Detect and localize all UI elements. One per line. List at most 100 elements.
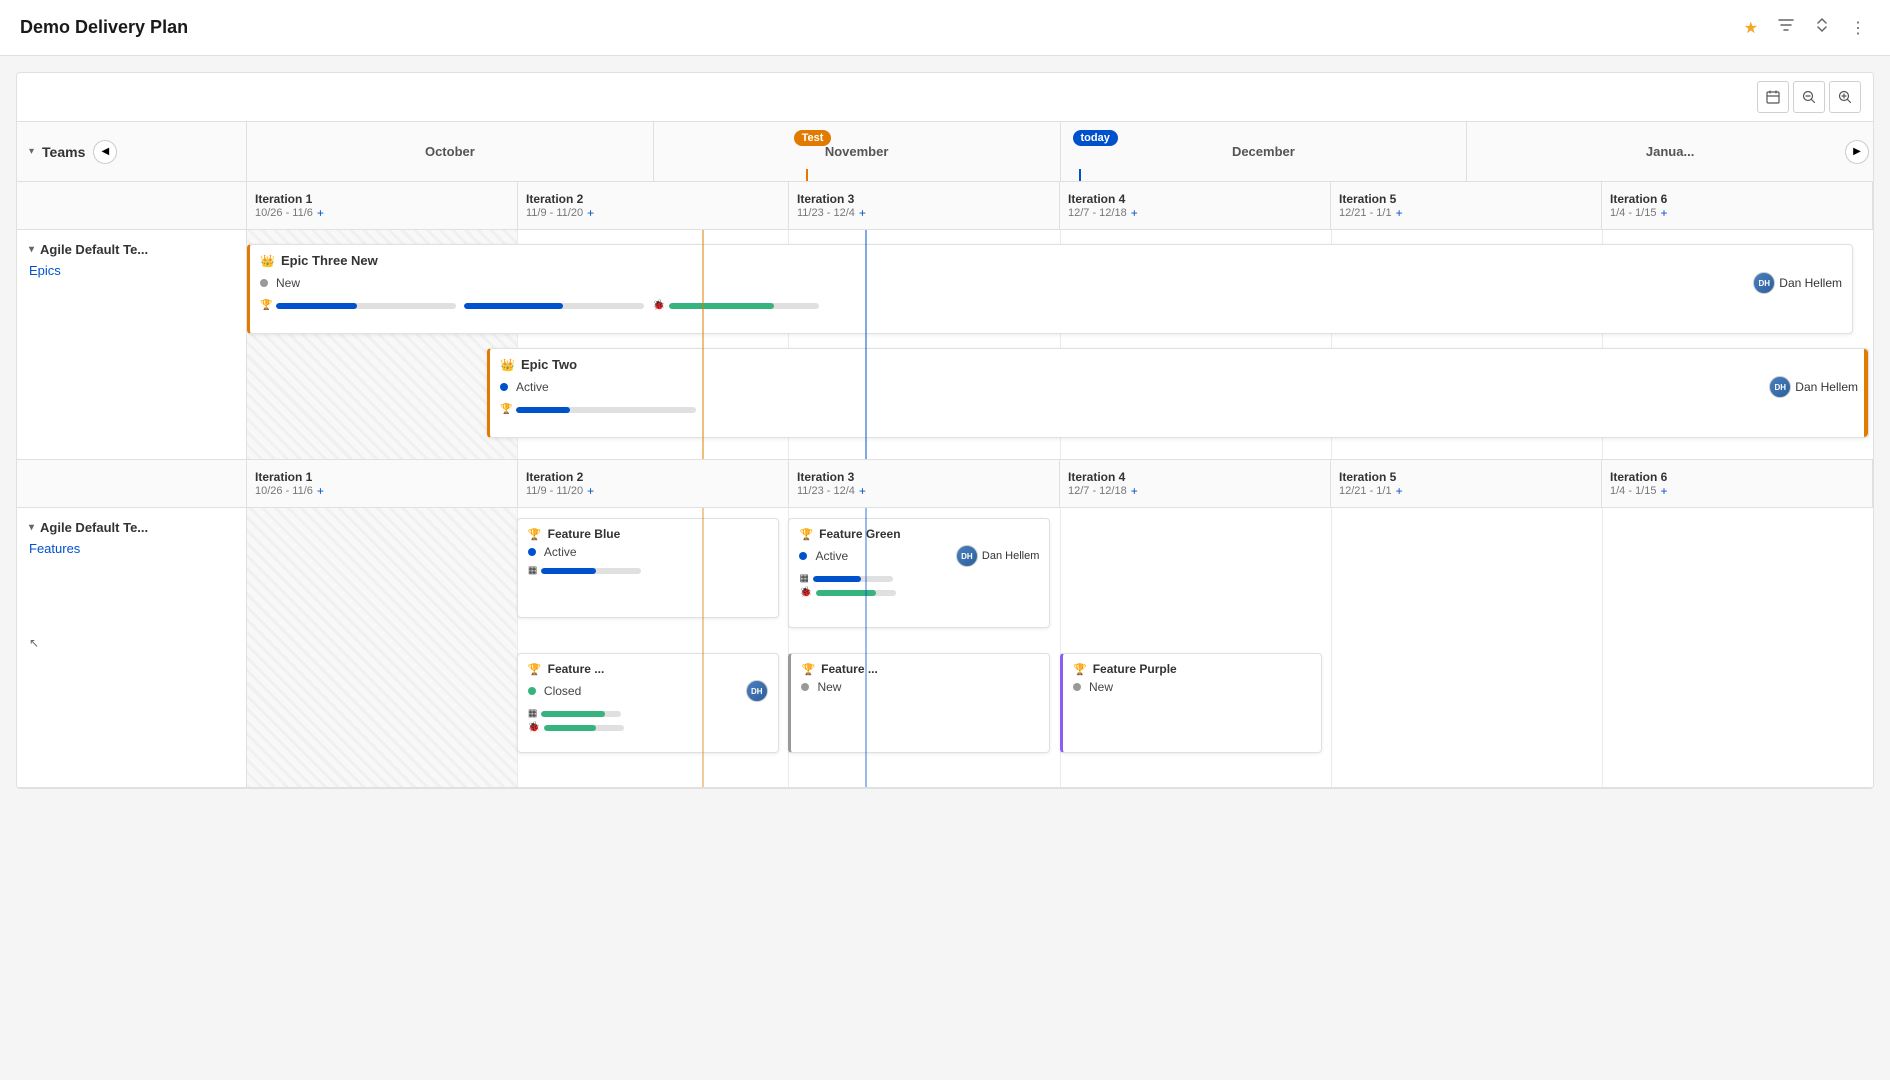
feature-closed-dot bbox=[528, 687, 536, 695]
today-vline-2 bbox=[865, 508, 867, 787]
teams-label: Teams bbox=[42, 144, 85, 160]
nav-next-button[interactable]: ▶ bbox=[1845, 140, 1869, 164]
team2-name: Agile Default Te... bbox=[40, 520, 148, 535]
star-icon[interactable]: ★ bbox=[1740, 14, 1762, 42]
collapse-icon[interactable] bbox=[1810, 13, 1834, 42]
team1-spacer bbox=[17, 182, 247, 229]
team1-section: ▾ Agile Default Te... Epics bbox=[17, 230, 1873, 460]
add-t2-iter2-btn[interactable]: + bbox=[587, 484, 594, 498]
feature-closed-title: Feature ... bbox=[548, 662, 605, 676]
team1-gantt: 👑 Epic Three New New DH Dan Hellem 🏆 bbox=[247, 230, 1873, 459]
team2-spacer bbox=[17, 460, 247, 507]
add-iter4-btn[interactable]: + bbox=[1131, 206, 1138, 220]
team2-iter6: Iteration 6 1/4 - 1/15 + bbox=[1602, 460, 1873, 507]
team2-collapse-btn[interactable]: ▾ bbox=[29, 522, 34, 533]
team1-name: Agile Default Te... bbox=[40, 242, 148, 257]
add-t2-iter4-btn[interactable]: + bbox=[1131, 484, 1138, 498]
plan-container: ▾ Teams ◀ Test today October November bbox=[16, 72, 1874, 789]
test-vertical-line bbox=[702, 230, 704, 459]
team2-iteration-row: Iteration 1 10/26 - 11/6 + Iteration 2 1… bbox=[17, 460, 1873, 508]
feature-green-dot bbox=[799, 552, 807, 560]
epic-two-status: Active bbox=[516, 380, 549, 394]
team2-iter3: Iteration 3 11/23 - 12/4 + bbox=[789, 460, 1060, 507]
epic-three-status-dot bbox=[260, 279, 268, 287]
team1-iter2: Iteration 2 11/9 - 11/20 + bbox=[518, 182, 789, 229]
team2-iter2: Iteration 2 11/9 - 11/20 + bbox=[518, 460, 789, 507]
add-iter6-btn[interactable]: + bbox=[1660, 206, 1667, 220]
epic-three-assignee: Dan Hellem bbox=[1779, 276, 1842, 290]
toolbar bbox=[17, 73, 1873, 122]
feature-green-status: Active bbox=[815, 549, 848, 563]
crown-icon-2: 👑 bbox=[500, 358, 515, 372]
bars-icon-fb: ▦ bbox=[528, 565, 537, 576]
feature-purple-title: Feature Purple bbox=[1093, 662, 1177, 676]
app-header: Demo Delivery Plan ★ ⋮ bbox=[0, 0, 1890, 56]
feature-blue-title: Feature Blue bbox=[548, 527, 621, 541]
today-marker: today bbox=[1073, 130, 1118, 146]
epic-three-title: Epic Three New bbox=[281, 253, 378, 268]
team2-gantt: 🏆 Feature Blue Active ▦ bbox=[247, 508, 1873, 787]
feature-green-card[interactable]: 🏆 Feature Green Active DH Dan Hellem bbox=[788, 518, 1050, 628]
today-vertical-line bbox=[865, 230, 867, 459]
month-november: November bbox=[654, 122, 1061, 181]
month-january: Janua... ▶ bbox=[1467, 122, 1873, 181]
add-t2-iter6-btn[interactable]: + bbox=[1660, 484, 1667, 498]
team2-iter1: Iteration 1 10/26 - 11/6 + bbox=[247, 460, 518, 507]
cursor-indicator: ↖ bbox=[29, 636, 234, 650]
header-actions: ★ ⋮ bbox=[1740, 13, 1870, 42]
team2-type-link[interactable]: Features bbox=[29, 541, 80, 556]
add-iter3-btn[interactable]: + bbox=[859, 206, 866, 220]
team2-section: ▾ Agile Default Te... Features ↖ bbox=[17, 508, 1873, 788]
bug-bar-icon1: 🐞 bbox=[652, 300, 664, 311]
team1-iter1: Iteration 1 10/26 - 11/6 + bbox=[247, 182, 518, 229]
epic-three-avatar: DH bbox=[1753, 272, 1775, 294]
feature-closed-card[interactable]: 🏆 Feature ... Closed DH ▦ bbox=[517, 653, 779, 753]
team1-iter3: Iteration 3 11/23 - 12/4 + bbox=[789, 182, 1060, 229]
feature-closed-status: Closed bbox=[544, 684, 581, 698]
more-options-icon[interactable]: ⋮ bbox=[1846, 14, 1870, 42]
epic-two-assignee: Dan Hellem bbox=[1795, 380, 1858, 394]
epic-two-card[interactable]: 👑 Epic Two Active DH Dan Hellem 🏆 bbox=[487, 348, 1869, 438]
trophy-icon-purple: 🏆 bbox=[1073, 663, 1087, 676]
add-iter2-btn[interactable]: + bbox=[587, 206, 594, 220]
feature-purple-card[interactable]: 🏆 Feature Purple New bbox=[1060, 653, 1322, 753]
add-t2-iter3-btn[interactable]: + bbox=[859, 484, 866, 498]
team1-iteration-row: Iteration 1 10/26 - 11/6 + Iteration 2 1… bbox=[17, 182, 1873, 230]
team1-iter6: Iteration 6 1/4 - 1/15 + bbox=[1602, 182, 1873, 229]
gantt-area: ▾ Teams ◀ Test today October November bbox=[17, 122, 1873, 788]
filter-icon[interactable] bbox=[1774, 13, 1798, 42]
collapse-teams-button[interactable]: ▾ bbox=[29, 146, 34, 157]
calendar-button[interactable] bbox=[1757, 81, 1789, 113]
page-title: Demo Delivery Plan bbox=[20, 17, 188, 38]
feature-new-card[interactable]: 🏆 Feature ... New bbox=[788, 653, 1050, 753]
trophy-icon-new: 🏆 bbox=[801, 663, 815, 676]
trophy-bar-icon2: 🏆 bbox=[500, 404, 512, 415]
feature-green-avatar: DH bbox=[956, 545, 978, 567]
trophy-icon-green: 🏆 bbox=[799, 528, 813, 541]
months-row: Test today October November December Jan… bbox=[247, 122, 1873, 181]
epic-three-card[interactable]: 👑 Epic Three New New DH Dan Hellem 🏆 bbox=[247, 244, 1853, 334]
team1-iter5: Iteration 5 12/21 - 1/1 + bbox=[1331, 182, 1602, 229]
zoom-in-button[interactable] bbox=[1829, 81, 1861, 113]
timeline-header: ▾ Teams ◀ Test today October November bbox=[17, 122, 1873, 182]
team1-collapse-btn[interactable]: ▾ bbox=[29, 244, 34, 255]
bug-icon-cl: 🐞 bbox=[528, 722, 540, 733]
team2-sidebar: ▾ Agile Default Te... Features ↖ bbox=[17, 508, 247, 787]
zoom-out-button[interactable] bbox=[1793, 81, 1825, 113]
add-t2-iter5-btn[interactable]: + bbox=[1396, 484, 1403, 498]
feature-blue-status: Active bbox=[544, 545, 577, 559]
feature-purple-status: New bbox=[1089, 680, 1113, 694]
feature-green-title: Feature Green bbox=[819, 527, 900, 541]
add-t2-iter1-btn[interactable]: + bbox=[317, 484, 324, 498]
add-iter1-btn[interactable]: + bbox=[317, 206, 324, 220]
feature-closed-avatar: DH bbox=[746, 680, 768, 702]
team1-type-link[interactable]: Epics bbox=[29, 263, 61, 278]
feature-green-assignee: Dan Hellem bbox=[982, 550, 1039, 562]
feature-new-dot bbox=[801, 683, 809, 691]
add-iter5-btn[interactable]: + bbox=[1396, 206, 1403, 220]
bug-icon-fg: 🐞 bbox=[799, 587, 811, 598]
feature-blue-card[interactable]: 🏆 Feature Blue Active ▦ bbox=[517, 518, 779, 618]
epic-two-right-accent bbox=[1864, 349, 1868, 437]
team1-sidebar: ▾ Agile Default Te... Epics bbox=[17, 230, 247, 459]
nav-prev-button[interactable]: ◀ bbox=[93, 140, 117, 164]
